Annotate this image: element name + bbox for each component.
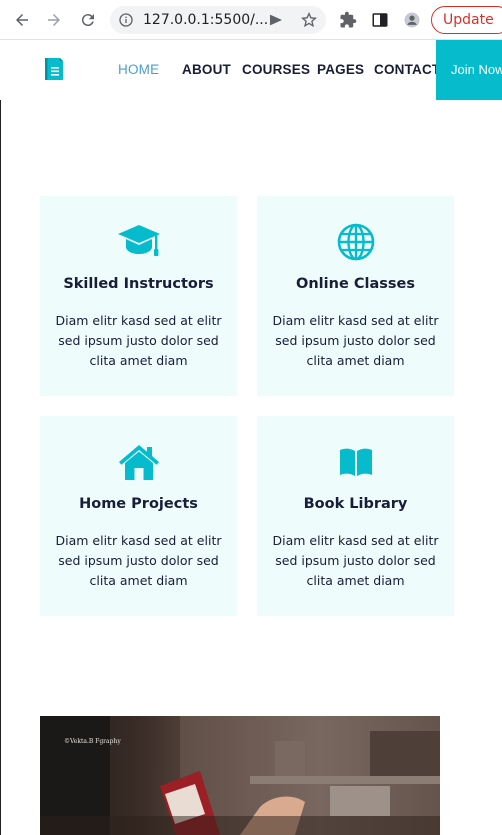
nav-contact[interactable]: CONTACT bbox=[374, 62, 440, 77]
window-edge bbox=[0, 40, 1, 835]
service-title: Home Projects bbox=[79, 496, 198, 512]
service-card[interactable]: Home Projects Diam elitr kasd sed at eli… bbox=[40, 416, 237, 616]
url-text[interactable]: 127.0.0.1:5500/... bbox=[143, 12, 268, 28]
nav-home[interactable]: HOME bbox=[118, 62, 159, 77]
extensions-puzzle-icon[interactable] bbox=[336, 8, 360, 32]
book-open-icon bbox=[339, 448, 372, 476]
service-description: Diam elitr kasd sed at elitr sed ipsum j… bbox=[272, 533, 439, 588]
service-title: Book Library bbox=[303, 496, 408, 512]
photo-credit: ©Vekta.B Fgraphy bbox=[64, 738, 121, 745]
back-icon[interactable] bbox=[10, 8, 34, 32]
bookmark-star-icon[interactable] bbox=[300, 11, 318, 29]
service-card[interactable]: Online Classes Diam elitr kasd sed at el… bbox=[257, 196, 454, 396]
address-bar[interactable]: 127.0.0.1:5500/... bbox=[110, 6, 326, 34]
nav-courses[interactable]: COURSES bbox=[242, 62, 310, 77]
library-photo: ©Vekta.B Fgraphy bbox=[40, 716, 440, 835]
service-card[interactable]: Book Library Diam elitr kasd sed at elit… bbox=[257, 416, 454, 616]
globe-icon bbox=[337, 223, 374, 261]
bookshelf-image bbox=[40, 716, 440, 835]
service-title: Online Classes bbox=[296, 276, 415, 292]
send-icon[interactable] bbox=[268, 12, 284, 28]
update-button[interactable]: Update bbox=[431, 6, 502, 34]
service-description: Diam elitr kasd sed at elitr sed ipsum j… bbox=[55, 313, 222, 368]
browser-toolbar: 127.0.0.1:5500/... Update bbox=[0, 0, 502, 40]
reload-icon[interactable] bbox=[76, 8, 100, 32]
graduation-cap-icon bbox=[117, 225, 160, 256]
profile-avatar-icon[interactable] bbox=[400, 8, 424, 32]
forward-icon[interactable] bbox=[42, 8, 66, 32]
home-icon bbox=[118, 445, 159, 480]
join-now-button[interactable]: Join Now bbox=[436, 40, 502, 100]
info-icon[interactable] bbox=[118, 12, 134, 28]
nav-about[interactable]: ABOUT bbox=[182, 62, 231, 77]
side-panel-icon[interactable] bbox=[368, 8, 392, 32]
service-card[interactable]: Skilled Instructors Diam elitr kasd sed … bbox=[40, 196, 237, 396]
service-description: Diam elitr kasd sed at elitr sed ipsum j… bbox=[55, 533, 222, 588]
nav-pages[interactable]: PAGES bbox=[317, 62, 364, 77]
site-navbar: HOME ABOUT COURSES PAGES CONTACT Join No… bbox=[0, 40, 502, 100]
book-logo-icon[interactable] bbox=[42, 56, 66, 82]
service-title: Skilled Instructors bbox=[63, 276, 214, 292]
service-description: Diam elitr kasd sed at elitr sed ipsum j… bbox=[272, 313, 439, 368]
